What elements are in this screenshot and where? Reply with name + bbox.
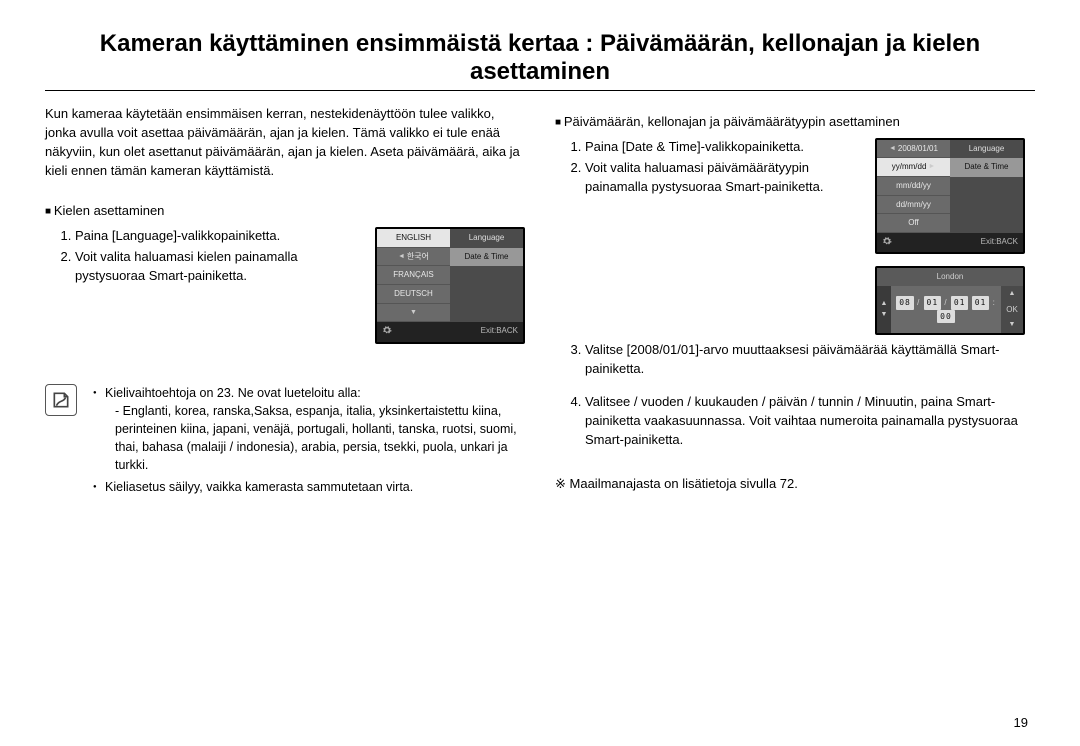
dt-step-2: Voit valita haluamasi päivämäärätyypin p…	[585, 159, 861, 197]
lcd-exit-label: Exit:BACK	[950, 233, 1023, 253]
language-steps: Paina [Language]-valikkopainiketta. Voit…	[45, 227, 361, 288]
lcd-date-item: yy/mm/dd ►	[877, 158, 950, 177]
left-arrow-icon: ◄	[889, 145, 898, 152]
lcd-lang-right-top: Language	[450, 229, 523, 248]
datetime-subheading: Päivämäärän, kellonajan ja päivämäärätyy…	[555, 113, 1035, 132]
note-bullet-2: Kieliasetus säilyy, vaikka kamerasta sam…	[91, 478, 525, 496]
down-arrow-icon: ▼	[1001, 317, 1023, 333]
left-column: Kun kameraa käytetään ensimmäisen kerran…	[45, 105, 525, 501]
gear-icon	[377, 322, 450, 342]
language-steps-row: Paina [Language]-valikkopainiketta. Voit…	[45, 227, 525, 344]
intro-paragraph: Kun kameraa käytetään ensimmäisen kerran…	[45, 105, 525, 180]
lcd-date-item: mm/dd/yy	[877, 177, 950, 196]
gear-icon	[877, 233, 950, 253]
ok-label: OK	[1001, 302, 1023, 318]
lcd-date-top: ◄ 2008/01/01	[877, 140, 950, 159]
lcd-date-item: Off	[877, 214, 950, 233]
lcd-lang-item: DEUTSCH	[377, 285, 450, 304]
right-column: Päivämäärän, kellonajan ja päivämäärätyy…	[555, 105, 1035, 501]
down-arrow-icon: ▼	[377, 304, 450, 323]
dt-step-4: Valitsee / vuoden / kuukauden / päivän /…	[585, 393, 1035, 450]
note-bullet-1: Kielivaihtoehtoja on 23. Ne ovat luetelo…	[91, 384, 525, 475]
right-arrow-icon: ►	[926, 163, 935, 170]
note-icon	[45, 384, 77, 416]
right-illustrations: ◄ 2008/01/01 Language yy/mm/dd ► Date & …	[875, 138, 1035, 335]
dt-step-3: Valitse [2008/01/01]-arvo muuttaaksesi p…	[585, 341, 1035, 379]
datetime-steps-row: Paina [Date & Time]-valikkopainiketta. V…	[555, 138, 1035, 335]
page-number: 19	[1014, 715, 1028, 730]
manual-page: Kameran käyttäminen ensimmäistä kertaa :…	[0, 0, 1080, 746]
datetime-steps-1-2: Paina [Date & Time]-valikkopainiketta. V…	[555, 138, 861, 199]
note-block: Kielivaihtoehtoja on 23. Ne ovat luetelo…	[45, 384, 525, 501]
lcd-num-digits: 08 / 01 / 01 01 : 00	[891, 286, 1001, 333]
lcd-date-right-hi: Date & Time	[950, 158, 1023, 177]
lang-step-1: Paina [Language]-valikkopainiketta.	[75, 227, 361, 246]
updown-arrow-icon: ▲▼	[877, 286, 891, 333]
lcd-language-illustration: ENGLISH Language ◄ 한국어 Date & Time FRANÇ…	[375, 227, 525, 344]
lcd-datetype-illustration: ◄ 2008/01/01 Language yy/mm/dd ► Date & …	[875, 138, 1025, 255]
dt-step-1: Paina [Date & Time]-valikkopainiketta.	[585, 138, 861, 157]
note-body: Kielivaihtoehtoja on 23. Ne ovat luetelo…	[91, 384, 525, 501]
title-underline	[45, 90, 1035, 91]
language-subheading: Kielen asettaminen	[45, 202, 525, 221]
lcd-date-item: dd/mm/yy	[877, 196, 950, 215]
lcd-lang-item: FRANÇAIS	[377, 266, 450, 285]
page-title: Kameran käyttäminen ensimmäistä kertaa :…	[45, 30, 1035, 86]
lcd-numeric-illustration: London ▲▼ 08 / 01 / 01 01 : 00 ▲ OK ▼	[875, 266, 1025, 335]
lcd-lang-item: ◄ 한국어	[377, 248, 450, 267]
lcd-date-right-top: Language	[950, 140, 1023, 159]
up-arrow-icon: ▲	[1001, 286, 1023, 302]
lcd-lang-right-hi: Date & Time	[450, 248, 523, 267]
lcd-lang-item: ENGLISH	[377, 229, 450, 248]
left-arrow-icon: ◄	[398, 253, 407, 260]
cross-reference-note: Maailmanajasta on lisätietoja sivulla 72…	[555, 475, 1035, 494]
two-column-layout: Kun kameraa käytetään ensimmäisen kerran…	[45, 105, 1035, 501]
lang-step-2: Voit valita haluamasi kielen painamalla …	[75, 248, 361, 286]
lcd-num-head: London	[877, 268, 1023, 286]
lcd-exit-label: Exit:BACK	[450, 322, 523, 342]
